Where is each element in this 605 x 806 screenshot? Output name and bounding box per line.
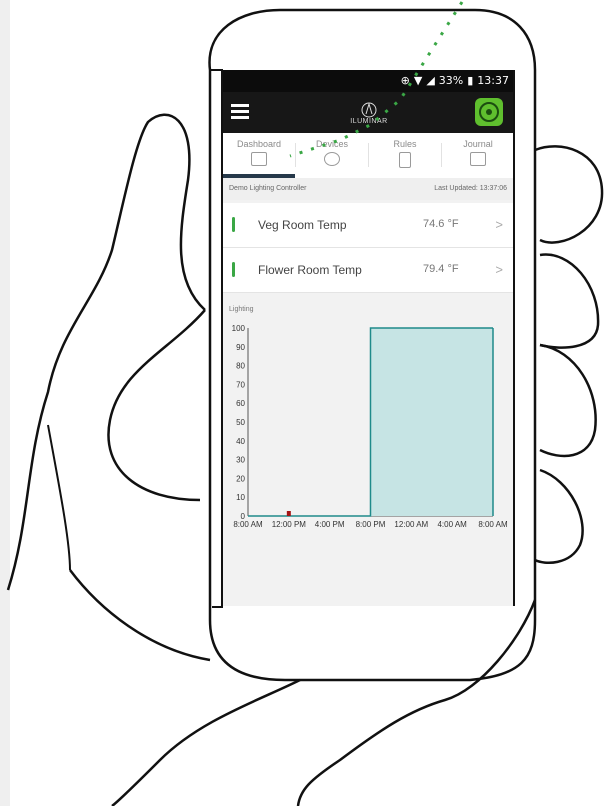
sensor-name: Veg Room Temp [258, 218, 347, 232]
status-bar: ⊕ ▼ ◢ 33% ▮ 13:37 [223, 70, 513, 92]
sensor-row-flower[interactable]: Flower Room Temp 79.4 °F > [223, 248, 513, 293]
current-time-marker [286, 511, 291, 516]
y-tick-label: 90 [236, 343, 245, 352]
x-tick-label: 8:00 PM [356, 520, 386, 529]
tab-bar: Dashboard Devices Rules Journal [223, 133, 513, 179]
app-header: ILUMINAR [223, 92, 513, 133]
clock: 13:37 [477, 74, 509, 87]
y-tick-label: 70 [236, 380, 245, 389]
signal-icon: ◢ [426, 74, 435, 87]
controller-name: Demo Lighting Controller [229, 185, 307, 192]
last-updated: Last Updated: 13:37:06 [434, 185, 507, 192]
tab-rules-label: Rules [393, 139, 417, 149]
sensor-value: 74.6 °F [423, 218, 459, 230]
x-tick-label: 4:00 PM [315, 520, 345, 529]
book-icon [470, 152, 486, 166]
x-tick-label: 8:00 AM [478, 520, 508, 529]
x-tick-label: 4:00 AM [437, 520, 467, 529]
monitor-icon [251, 152, 267, 166]
tab-devices-label: Devices [315, 139, 348, 149]
tab-rules[interactable]: Rules [369, 133, 441, 178]
x-tick-label: 12:00 PM [272, 520, 307, 529]
logo-mark-icon [361, 102, 377, 118]
tab-journal[interactable]: Journal [442, 133, 513, 178]
y-tick-label: 80 [236, 362, 245, 371]
y-tick-label: 10 [236, 493, 245, 502]
controller-header: Demo Lighting Controller Last Updated: 1… [223, 178, 513, 200]
tab-devices[interactable]: Devices [296, 133, 368, 178]
chevron-right-icon: > [495, 217, 503, 232]
background-strip [0, 0, 10, 806]
status-icons: ⊕ ▼ ◢ 33% ▮ 13:37 [401, 74, 509, 87]
thermometer-icon [232, 217, 235, 232]
app-settings-icon[interactable] [475, 98, 503, 126]
tab-dashboard-label: Dashboard [236, 139, 282, 149]
sensor-row-veg[interactable]: Veg Room Temp 74.6 °F > [223, 203, 513, 248]
chevron-right-icon: > [495, 262, 503, 277]
x-tick-label: 8:00 AM [233, 520, 263, 529]
y-tick-label: 60 [236, 399, 245, 408]
logo-text: ILUMINAR [350, 118, 388, 125]
battery-percent: 33% [438, 74, 464, 87]
wifi-icon: ▼ [413, 74, 423, 87]
menu-icon[interactable] [231, 104, 249, 120]
thermometer-icon [232, 262, 235, 277]
chart-title: Lighting [229, 306, 254, 313]
sensor-name: Flower Room Temp [258, 263, 362, 277]
y-tick-label: 40 [236, 437, 245, 446]
y-tick-label: 100 [232, 324, 246, 333]
phone-screen: ⊕ ▼ ◢ 33% ▮ 13:37 ILUMINAR Dashboard Dev… [223, 70, 515, 606]
x-tick-label: 12:00 AM [394, 520, 428, 529]
y-tick-label: 30 [236, 456, 245, 465]
tab-journal-label: Journal [463, 139, 493, 149]
y-tick-label: 20 [236, 474, 245, 483]
document-icon [399, 152, 411, 168]
tab-dashboard[interactable]: Dashboard [223, 133, 295, 178]
device-icon [324, 152, 340, 166]
sensor-value: 79.4 °F [423, 263, 459, 275]
y-tick-label: 50 [236, 418, 245, 427]
battery-icon: ▮ [467, 74, 474, 87]
data-saver-icon: ⊕ [400, 74, 410, 87]
lighting-chart: 01020304050607080901008:00 AM 12:00 PM 4:0… [223, 318, 513, 538]
app-logo: ILUMINAR [349, 100, 389, 130]
